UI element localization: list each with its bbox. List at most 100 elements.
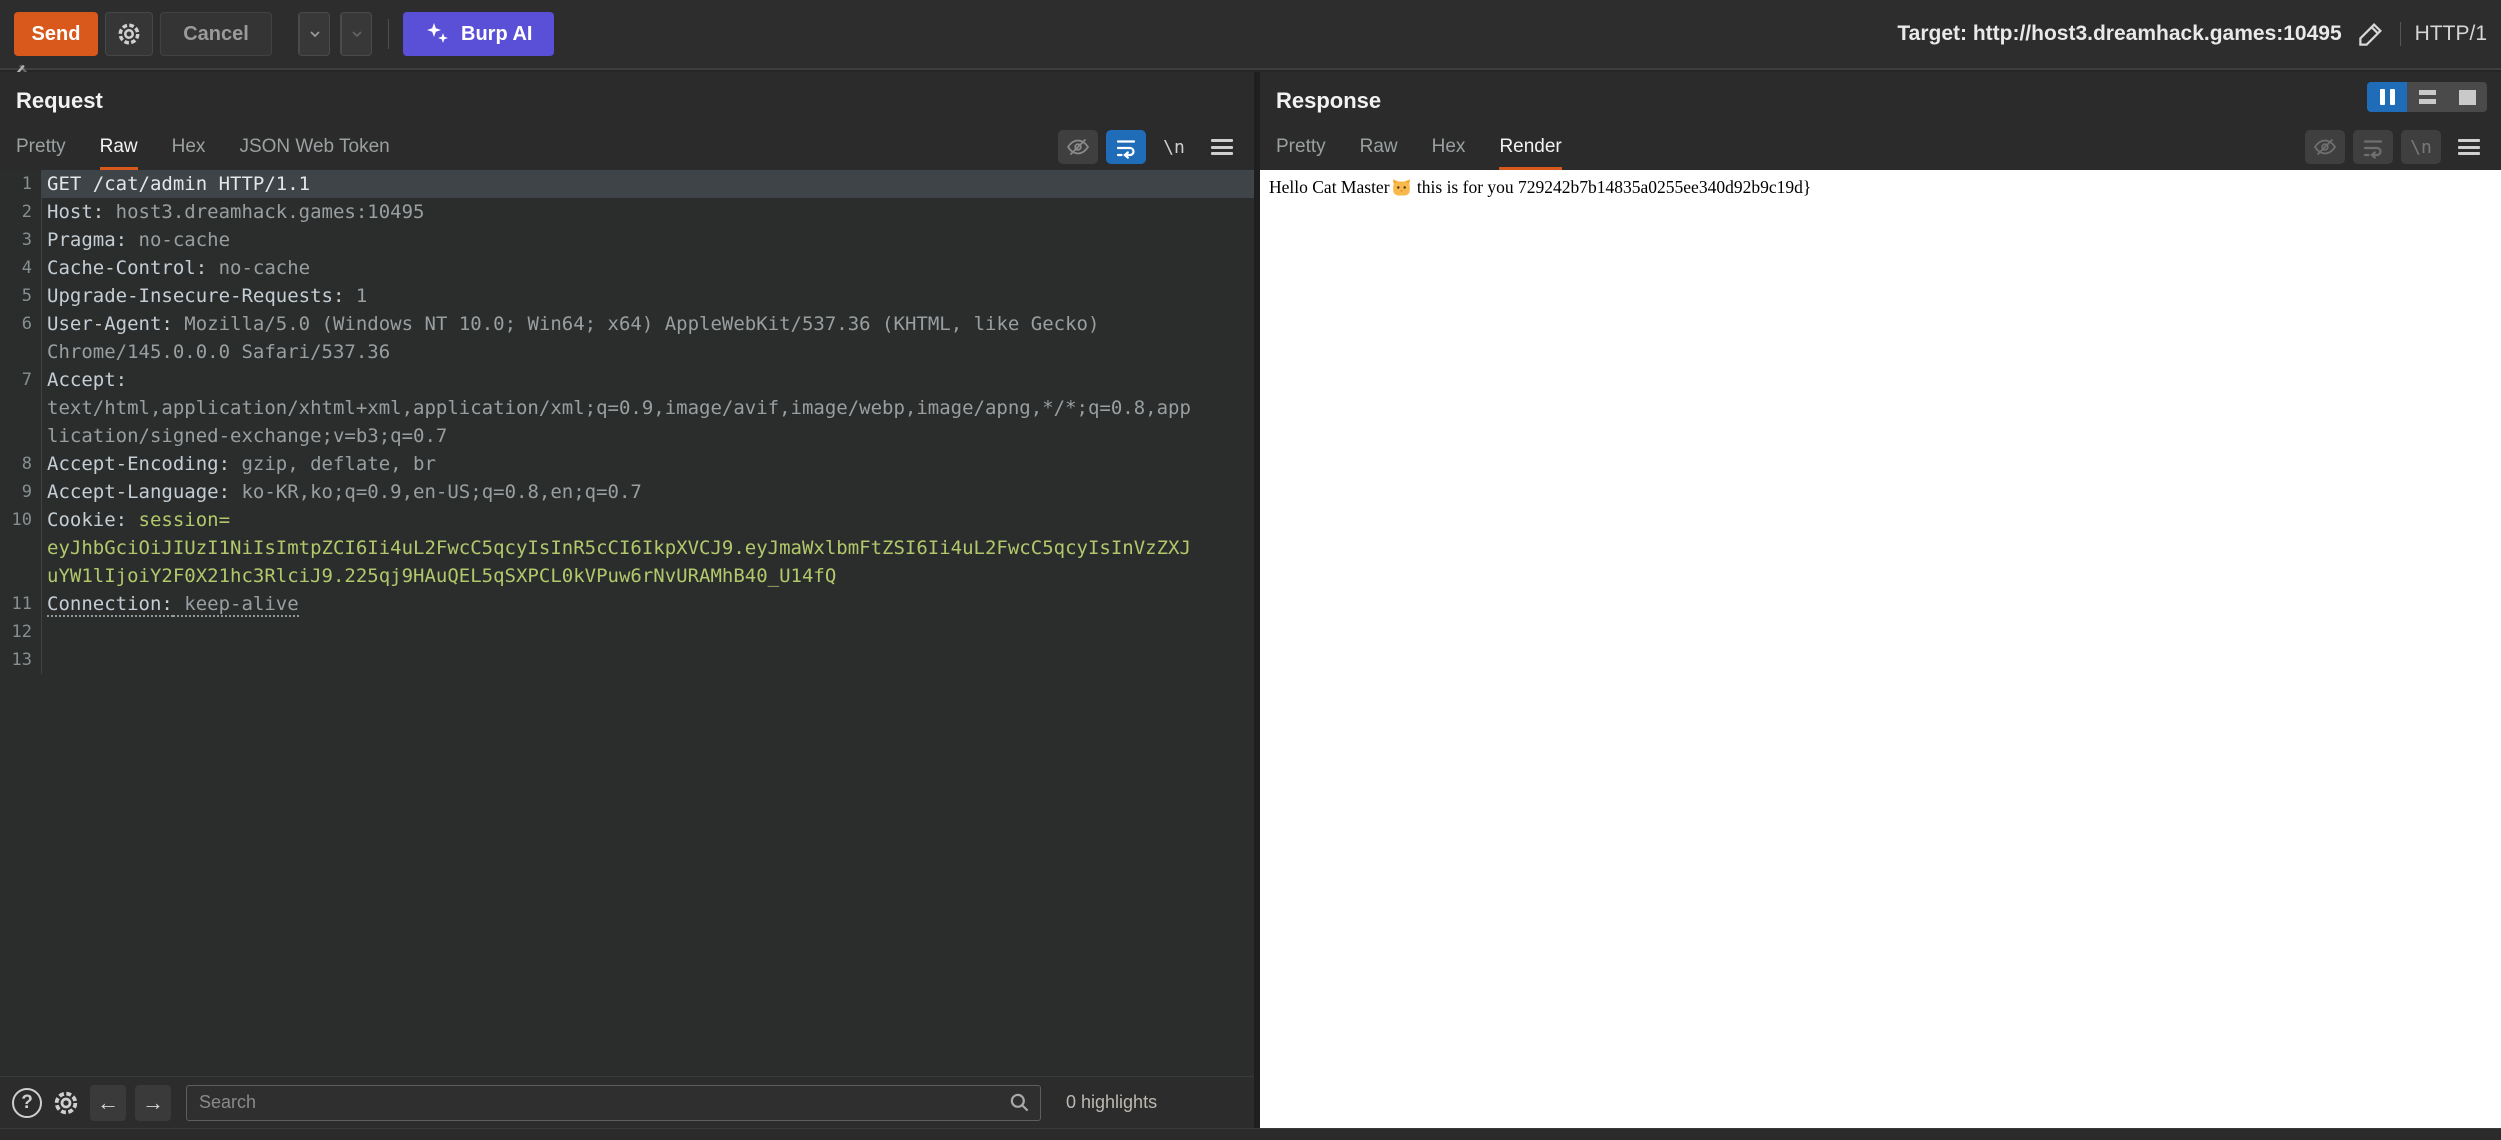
eye-slash-icon: [1066, 135, 1090, 159]
cancel-button[interactable]: Cancel: [160, 12, 272, 56]
response-render-pane[interactable]: Hello Cat Master this is for you 729242b…: [1260, 170, 2501, 1128]
line-number: [0, 394, 42, 422]
editor-row[interactable]: 11 Connection: keep-alive: [0, 590, 1254, 618]
arrow-right-icon: →: [142, 1089, 164, 1115]
editor-row[interactable]: eyJhbGciOiJIUzI1NiIsImtpZCI6Ii4uL2FwcC5q…: [0, 534, 1254, 562]
response-text-before: Hello Cat Master: [1269, 177, 1390, 197]
response-tab-raw[interactable]: Raw: [1360, 136, 1398, 170]
request-search-bar: ? ← → Search 0 highlights: [0, 1076, 1254, 1128]
line-number: [0, 534, 42, 562]
top-toolbar: Send Cancel Burp AI Target: http://host3…: [0, 0, 2501, 80]
editor-row[interactable]: 7 Accept:: [0, 366, 1254, 394]
line-content: Accept-Encoding: gzip, deflate, br: [47, 453, 436, 475]
request-tab-raw[interactable]: Raw: [99, 136, 138, 170]
http-version-selector[interactable]: HTTP/1: [2399, 22, 2487, 46]
response-editor-toolbar: \n: [2305, 130, 2489, 164]
request-editor-toolbar: \n: [1058, 130, 1242, 164]
send-settings-button[interactable]: [105, 12, 153, 56]
editor-row[interactable]: text/html,application/xhtml+xml,applicat…: [0, 394, 1254, 422]
editor-row[interactable]: uYW1lIjoiY2F0X21hc3RlciJ9.225qj9HAuQEL5q…: [0, 562, 1254, 590]
layout-single-button[interactable]: [2447, 82, 2487, 112]
editor-row[interactable]: lication/signed-exchange;v=b3;q=0.7: [0, 422, 1254, 450]
layout-columns-button[interactable]: [2367, 82, 2407, 112]
request-tab-pretty[interactable]: Pretty: [16, 136, 66, 170]
response-title: Response: [1276, 88, 1382, 113]
chevron-down-icon: [307, 26, 323, 42]
line-number: 6: [0, 310, 42, 338]
editor-row[interactable]: 8 Accept-Encoding: gzip, deflate, br: [0, 450, 1254, 478]
editor-row[interactable]: 9 Accept-Language: ko-KR,ko;q=0.9,en-US;q…: [0, 478, 1254, 506]
editor-row[interactable]: 3 Pragma: no-cache: [0, 226, 1254, 254]
line-content: Connection: keep-alive: [47, 593, 299, 617]
editor-row[interactable]: 1 GET /cat/admin HTTP/1.1: [0, 170, 1254, 198]
response-panel: Response Pretty Raw Hex Render \n Hello …: [1260, 72, 2501, 1128]
request-menu-button[interactable]: [1202, 130, 1242, 164]
help-icon[interactable]: ?: [12, 1087, 42, 1118]
line-content: text/html,application/xhtml+xml,applicat…: [47, 397, 1191, 419]
target-bar: Target: http://host3.dreamhack.games:104…: [1897, 19, 2487, 49]
layout-switcher: [2367, 82, 2487, 112]
burp-ai-button[interactable]: Burp AI: [403, 12, 555, 56]
eye-slash-icon: [2313, 135, 2337, 159]
response-tab-hex[interactable]: Hex: [1432, 136, 1466, 170]
line-number: [0, 422, 42, 450]
editor-row[interactable]: 4 Cache-Control: no-cache: [0, 254, 1254, 282]
search-input[interactable]: [186, 1084, 1041, 1121]
line-content: Accept-Language: ko-KR,ko;q=0.9,en-US;q=…: [47, 481, 642, 503]
show-newlines-button[interactable]: \n: [2401, 130, 2441, 164]
line-content: Pragma: no-cache: [47, 229, 231, 251]
show-newlines-button[interactable]: \n: [1154, 130, 1194, 164]
line-number: 10: [0, 506, 42, 534]
search-next-button[interactable]: →: [135, 1084, 171, 1121]
line-number: 4: [0, 254, 42, 282]
request-editor[interactable]: 1 GET /cat/admin HTTP/1.1 2 Host: host3.dre…: [0, 170, 1254, 1076]
line-number: 13: [0, 646, 42, 674]
editor-row[interactable]: 10 Cookie: session=: [0, 506, 1254, 534]
editor-row[interactable]: 6 User-Agent: Mozilla/5.0 (Windows NT 10.…: [0, 310, 1254, 338]
target-url: Target: http://host3.dreamhack.games:104…: [1897, 22, 2342, 45]
editor-row[interactable]: Chrome/145.0.0.0 Safari/537.36: [0, 338, 1254, 366]
newline-icon: \n: [1163, 136, 1185, 158]
highlights-count: 0 highlights: [1066, 1092, 1158, 1112]
line-content: Upgrade-Insecure-Requests: 1: [47, 285, 368, 307]
gear-icon: [51, 1088, 81, 1118]
editor-row[interactable]: 2 Host: host3.dreamhack.games:10495: [0, 198, 1254, 226]
hamburger-menu-icon: [1211, 139, 1233, 155]
request-tab-jwt[interactable]: JSON Web Token: [239, 136, 389, 170]
line-content: lication/signed-exchange;v=b3;q=0.7: [47, 425, 448, 447]
history-back-group: [16, 12, 330, 80]
word-wrap-button[interactable]: [1106, 130, 1146, 164]
hide-nonprintable-button[interactable]: [2305, 130, 2345, 164]
pencil-icon[interactable]: [2356, 19, 2386, 49]
line-content: Cookie: session=: [47, 509, 231, 531]
editor-row[interactable]: 5 Upgrade-Insecure-Requests: 1: [0, 282, 1254, 310]
send-button[interactable]: Send: [14, 12, 98, 56]
line-content: Cache-Control: no-cache: [47, 257, 311, 279]
line-content: [42, 646, 1254, 674]
response-tab-pretty[interactable]: Pretty: [1276, 136, 1326, 170]
response-menu-button[interactable]: [2449, 130, 2489, 164]
line-number: 8: [0, 450, 42, 478]
response-tab-render[interactable]: Render: [1499, 136, 1562, 170]
burp-ai-label: Burp AI: [461, 22, 533, 45]
line-content: uYW1lIjoiY2F0X21hc3RlciJ9.225qj9HAuQEL5q…: [47, 565, 837, 587]
request-tab-hex[interactable]: Hex: [172, 136, 206, 170]
line-number: [0, 338, 42, 366]
response-text-after: this is for you 729242b7b14835a0255ee340…: [1412, 177, 1812, 197]
editor-row[interactable]: 12: [0, 618, 1254, 646]
line-number: 9: [0, 478, 42, 506]
history-forward-dropdown[interactable]: [341, 13, 371, 55]
word-wrap-button[interactable]: [2353, 130, 2393, 164]
newline-icon: \n: [2410, 136, 2432, 158]
history-back-dropdown[interactable]: [299, 13, 329, 55]
line-content: GET /cat/admin HTTP/1.1: [42, 170, 1254, 198]
layout-rows-button[interactable]: [2407, 82, 2447, 112]
hide-nonprintable-button[interactable]: [1058, 130, 1098, 164]
history-forward-group: [19, 12, 372, 80]
search-settings-button[interactable]: [51, 1088, 81, 1118]
editor-row[interactable]: 13: [0, 646, 1254, 674]
response-body-text: Hello Cat Master this is for you 729242b…: [1260, 170, 2501, 198]
line-number: 5: [0, 282, 42, 310]
search-prev-button[interactable]: ←: [90, 1084, 126, 1121]
line-content: User-Agent: Mozilla/5.0 (Windows NT 10.0…: [47, 313, 1100, 335]
